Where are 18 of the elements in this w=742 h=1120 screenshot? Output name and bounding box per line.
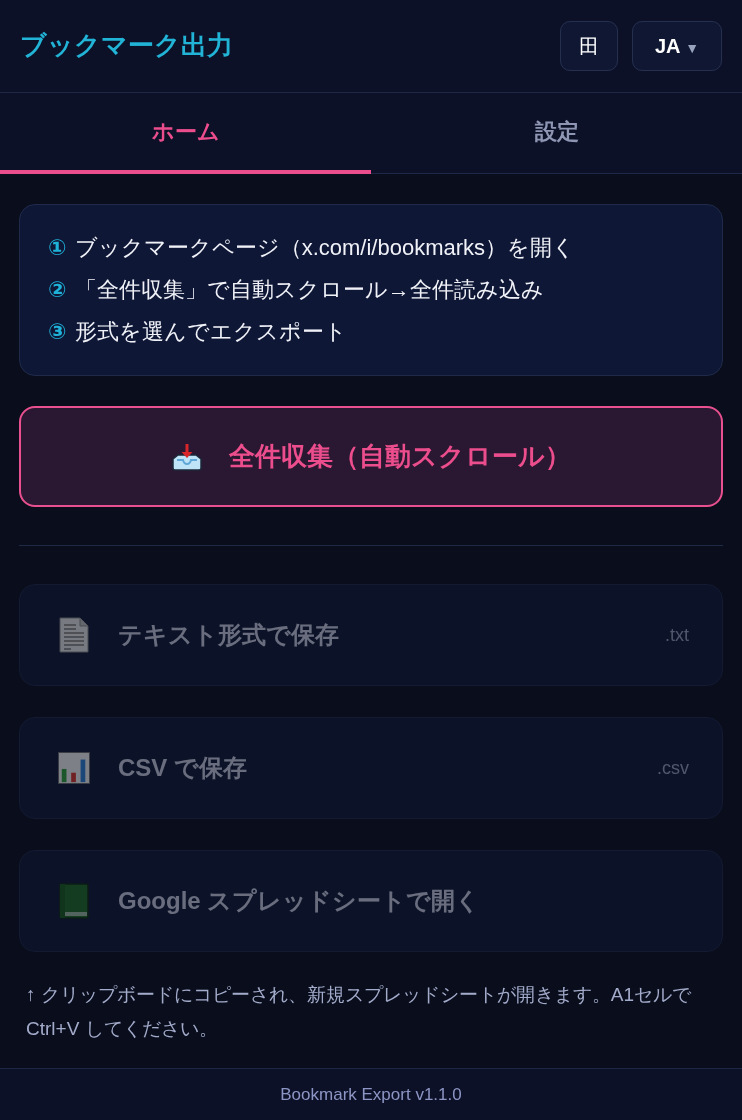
step-text: 形式を選んでエクスポート <box>74 318 347 346</box>
grid-button[interactable]: 田 <box>560 21 618 71</box>
app-title: ブックマーク出力 <box>20 30 233 62</box>
inbox-tray-icon <box>171 442 203 471</box>
hint-text: ↑ クリップボードにコピーされ、新規スプレッドシートが開きます。A1セルで Ctrl+V してください。 <box>25 983 693 1041</box>
book-icon <box>58 883 90 919</box>
step-number: ③ <box>48 318 67 346</box>
step-number: ② <box>48 276 67 304</box>
version-text: Bookmark Export v1.1.0 <box>280 1084 462 1105</box>
tab[interactable]: ホーム <box>0 93 371 174</box>
step-number: ① <box>48 234 67 262</box>
collect-button[interactable]: 全件収集（自動スクロール） <box>19 406 723 507</box>
tab[interactable]: 設定 <box>371 93 742 174</box>
language-button[interactable]: JA ▼ <box>632 21 722 71</box>
step-text: 「全件収集」で自動スクロール→全件読み込み <box>74 276 544 304</box>
step-text: ブックマークページ（x.com/i/bookmarks）を開く <box>74 234 576 262</box>
document-icon <box>58 617 90 653</box>
bar-chart-icon <box>58 750 90 786</box>
